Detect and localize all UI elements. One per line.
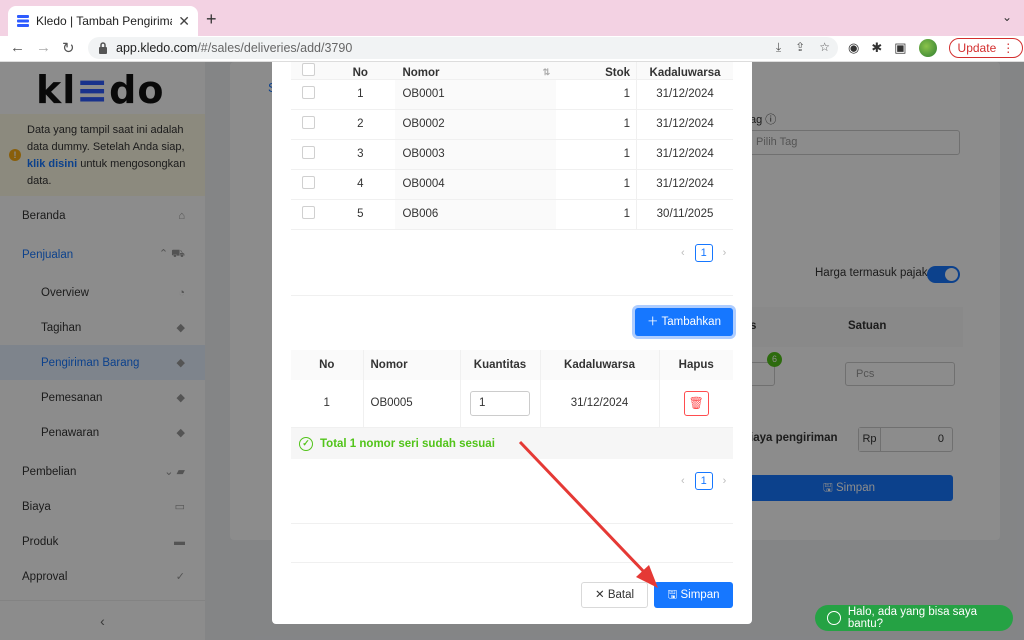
tab-title: Kledo | Tambah Pengiriman Ba [36, 14, 172, 28]
browser-toolbar: ← → ↻ app.kledo.com/#/sales/deliveries/a… [0, 36, 1024, 62]
tab-close-icon[interactable]: ✕ [178, 13, 190, 30]
url-host: app.kledo.com [116, 41, 198, 55]
camera-icon[interactable]: ◉ [848, 40, 859, 56]
annotation-arrow [518, 440, 658, 588]
whatsapp-chat-button[interactable]: Halo, ada yang bisa saya bantu? [815, 605, 1013, 631]
new-tab-icon[interactable]: + [206, 9, 217, 30]
sidepanel-icon[interactable]: ▣ [894, 40, 906, 56]
back-icon[interactable]: ← [10, 39, 25, 56]
whatsapp-icon [827, 611, 841, 625]
address-bar[interactable]: app.kledo.com/#/sales/deliveries/add/379… [88, 37, 838, 59]
profile-avatar[interactable] [918, 39, 937, 57]
browser-tabbar: Kledo | Tambah Pengiriman Ba ✕ + ⌄ [0, 0, 1024, 36]
url-path: /#/sales/deliveries/add/3790 [197, 41, 353, 55]
app-area: kl≡do ! Data yang tampil saat ini adalah… [0, 62, 1024, 640]
share-icon[interactable]: ⇪ [795, 40, 805, 55]
kebab-menu-icon: ⋮ [1002, 41, 1015, 55]
reload-icon[interactable]: ↻ [62, 39, 75, 57]
install-icon[interactable]: ⤓ [776, 40, 781, 55]
extensions-puzzle-icon[interactable]: ✱ [871, 40, 882, 56]
browser-tab[interactable]: Kledo | Tambah Pengiriman Ba ✕ [8, 6, 198, 36]
lock-icon [99, 42, 107, 54]
kledo-favicon-icon [17, 15, 29, 27]
bookmark-star-icon[interactable]: ☆ [819, 40, 830, 55]
tab-search-chevron-icon[interactable]: ⌄ [1002, 10, 1012, 24]
forward-icon[interactable]: → [36, 39, 51, 56]
update-button[interactable]: Update ⋮ [948, 38, 1024, 58]
